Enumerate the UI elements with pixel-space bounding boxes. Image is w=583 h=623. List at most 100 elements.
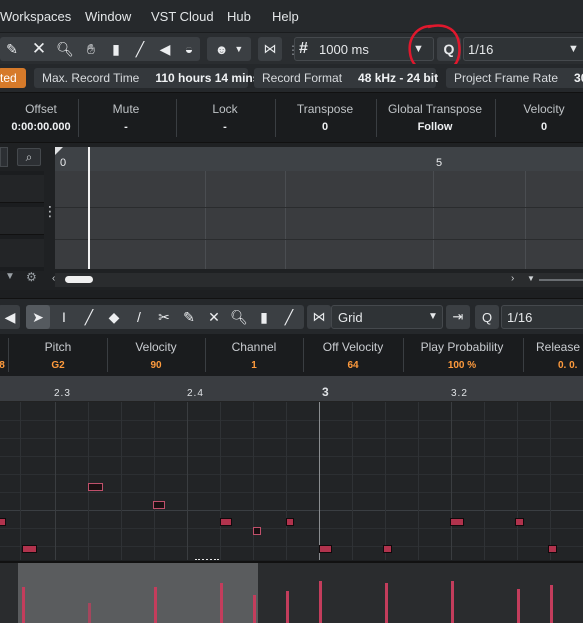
midi-snap-mode-field[interactable]: Grid ▼ bbox=[331, 305, 443, 329]
chevron-down-icon[interactable]: ▼ bbox=[428, 311, 438, 322]
face-dropdown-button[interactable]: ☻ ▼ bbox=[207, 37, 251, 61]
glue-icon[interactable]: ▮ bbox=[252, 305, 276, 329]
midi-audition-button[interactable]: ◀ bbox=[0, 305, 20, 329]
mute-tool-icon[interactable]: ✎ bbox=[177, 305, 201, 329]
splitter-handle[interactable] bbox=[195, 559, 219, 560]
midi-info-label: Pitch bbox=[44, 340, 72, 354]
info-offset[interactable]: Offset 0:00:00.000 bbox=[0, 93, 82, 143]
midi-note[interactable] bbox=[220, 518, 232, 526]
delete-icon[interactable]: ✕ bbox=[27, 37, 51, 61]
info-transpose[interactable]: Transpose 0 bbox=[275, 93, 375, 143]
midi-note[interactable] bbox=[548, 545, 557, 553]
info-velocity[interactable]: Velocity 0 bbox=[495, 93, 583, 143]
chevron-down-icon[interactable]: ▼ bbox=[527, 274, 535, 283]
scrollbar-thumb[interactable] bbox=[65, 276, 93, 283]
project-frame-rate[interactable]: Project Frame Rate 30 f bbox=[446, 68, 583, 88]
info-mute[interactable]: Mute - bbox=[78, 93, 174, 143]
velocity-bar[interactable] bbox=[88, 603, 91, 623]
midi-note[interactable] bbox=[383, 545, 392, 553]
midi-bar-ruler[interactable]: 2.3 2.4 3 3.2 bbox=[0, 376, 583, 402]
midi-info-label: Velocity bbox=[135, 340, 177, 354]
midi-quantize-field[interactable]: 1/16 bbox=[501, 305, 583, 329]
eraser-icon[interactable]: ◆ bbox=[102, 305, 126, 329]
midi-note[interactable] bbox=[515, 518, 524, 526]
snap-value: 1000 ms bbox=[319, 42, 369, 57]
zoom-icon[interactable]: 🔍︎ bbox=[53, 37, 77, 61]
midi-note[interactable] bbox=[450, 518, 464, 526]
search-icon[interactable]: ⌕ bbox=[17, 148, 41, 166]
menu-window[interactable]: Window bbox=[85, 9, 131, 24]
midi-note[interactable] bbox=[286, 518, 294, 526]
quantize-value-field[interactable]: 1/16 ▼ bbox=[463, 37, 583, 61]
zoom-slider[interactable] bbox=[539, 279, 583, 281]
midi-quantize-value: 1/16 bbox=[507, 310, 533, 325]
zoom-icon[interactable]: 🔍︎ bbox=[227, 305, 251, 329]
mute-tool-icon[interactable]: ✎ bbox=[0, 37, 24, 61]
info-label: Velocity bbox=[523, 102, 565, 116]
event-display[interactable] bbox=[55, 171, 583, 269]
scroll-right-icon[interactable]: › bbox=[511, 273, 514, 284]
midi-info-velocity[interactable]: Velocity 90 bbox=[107, 334, 205, 376]
midi-note[interactable] bbox=[0, 518, 6, 526]
snap-icon[interactable]: ⋈ bbox=[307, 305, 331, 329]
midi-info-label: Channel bbox=[231, 340, 277, 354]
pointer-icon[interactable]: ➤ bbox=[26, 305, 50, 329]
record-state-text: ted bbox=[0, 71, 17, 85]
menu-vst-cloud[interactable]: VST Cloud bbox=[151, 9, 214, 24]
scissors-icon[interactable]: ✂ bbox=[152, 305, 176, 329]
velocity-lane[interactable] bbox=[0, 561, 583, 623]
chevron-down-icon[interactable]: ▼ bbox=[568, 43, 579, 55]
velocity-bar[interactable] bbox=[550, 585, 553, 623]
velocity-bar[interactable] bbox=[385, 583, 388, 623]
info-global-transpose[interactable]: Global Transpose Follow bbox=[376, 93, 494, 143]
menu-hub[interactable]: Hub bbox=[227, 9, 251, 24]
track-name-field[interactable] bbox=[0, 147, 8, 167]
velocity-bar[interactable] bbox=[517, 589, 520, 623]
max-record-time[interactable]: Max. Record Time 110 hours 14 mins bbox=[34, 68, 259, 88]
velocity-bar[interactable] bbox=[154, 587, 157, 623]
velocity-bar[interactable] bbox=[220, 583, 223, 623]
pencil-icon[interactable]: ╱ bbox=[128, 37, 152, 61]
snap-icon[interactable]: ⋈ bbox=[258, 37, 282, 61]
velocity-bar[interactable] bbox=[253, 595, 256, 623]
comp-icon[interactable]: ◒ bbox=[177, 37, 201, 61]
range-icon[interactable]: I bbox=[52, 305, 76, 329]
midi-info-release-length[interactable]: Release Le 0. 0. bbox=[528, 334, 583, 376]
record-format[interactable]: Record Format 48 kHz - 24 bit bbox=[254, 68, 438, 88]
horizontal-scrollbar[interactable]: ‹ › ▼ bbox=[52, 273, 583, 287]
trim-icon[interactable]: / bbox=[127, 305, 151, 329]
midi-info-off-velocity[interactable]: Off Velocity 64 bbox=[303, 334, 403, 376]
speaker-icon[interactable]: ◀ bbox=[153, 37, 177, 61]
midi-info-channel[interactable]: Channel 1 bbox=[205, 334, 303, 376]
line-icon[interactable]: ╱ bbox=[277, 305, 301, 329]
gear-icon[interactable]: ⚙ bbox=[26, 270, 37, 284]
track-list bbox=[0, 171, 44, 271]
left-locator[interactable] bbox=[55, 147, 63, 155]
info-value: Follow bbox=[417, 121, 453, 133]
midi-info-pitch[interactable]: Pitch G2 bbox=[8, 334, 108, 376]
menu-workspaces[interactable]: Workspaces bbox=[0, 9, 71, 24]
arrange-ruler[interactable]: 0 5 bbox=[55, 147, 583, 171]
pencil-icon[interactable]: ╱ bbox=[77, 305, 101, 329]
note-grid[interactable] bbox=[0, 402, 583, 560]
midi-note[interactable] bbox=[253, 527, 261, 535]
chevron-down-icon[interactable]: ▼ bbox=[5, 271, 15, 282]
scroll-left-icon[interactable]: ‹ bbox=[52, 273, 55, 284]
midi-note[interactable] bbox=[319, 545, 332, 553]
menu-help[interactable]: Help bbox=[272, 9, 299, 24]
delete-icon[interactable]: ✕ bbox=[202, 305, 226, 329]
velocity-bar[interactable] bbox=[319, 581, 322, 623]
velocity-bar[interactable] bbox=[22, 587, 25, 623]
quantize-icon[interactable]: Q bbox=[475, 305, 499, 329]
playhead[interactable] bbox=[88, 147, 90, 269]
snap-align-icon[interactable]: ⇥ bbox=[446, 305, 470, 329]
info-lock[interactable]: Lock - bbox=[176, 93, 274, 143]
midi-note[interactable] bbox=[153, 501, 165, 509]
velocity-bar[interactable] bbox=[451, 581, 454, 623]
midi-info-play-probability[interactable]: Play Probability 100 % bbox=[403, 334, 521, 376]
hand-icon[interactable]: ✋︎ bbox=[79, 37, 103, 61]
midi-note[interactable] bbox=[88, 483, 103, 491]
midi-note[interactable] bbox=[22, 545, 37, 553]
velocity-bar[interactable] bbox=[286, 591, 289, 623]
glue-icon[interactable]: ▮ bbox=[104, 37, 128, 61]
